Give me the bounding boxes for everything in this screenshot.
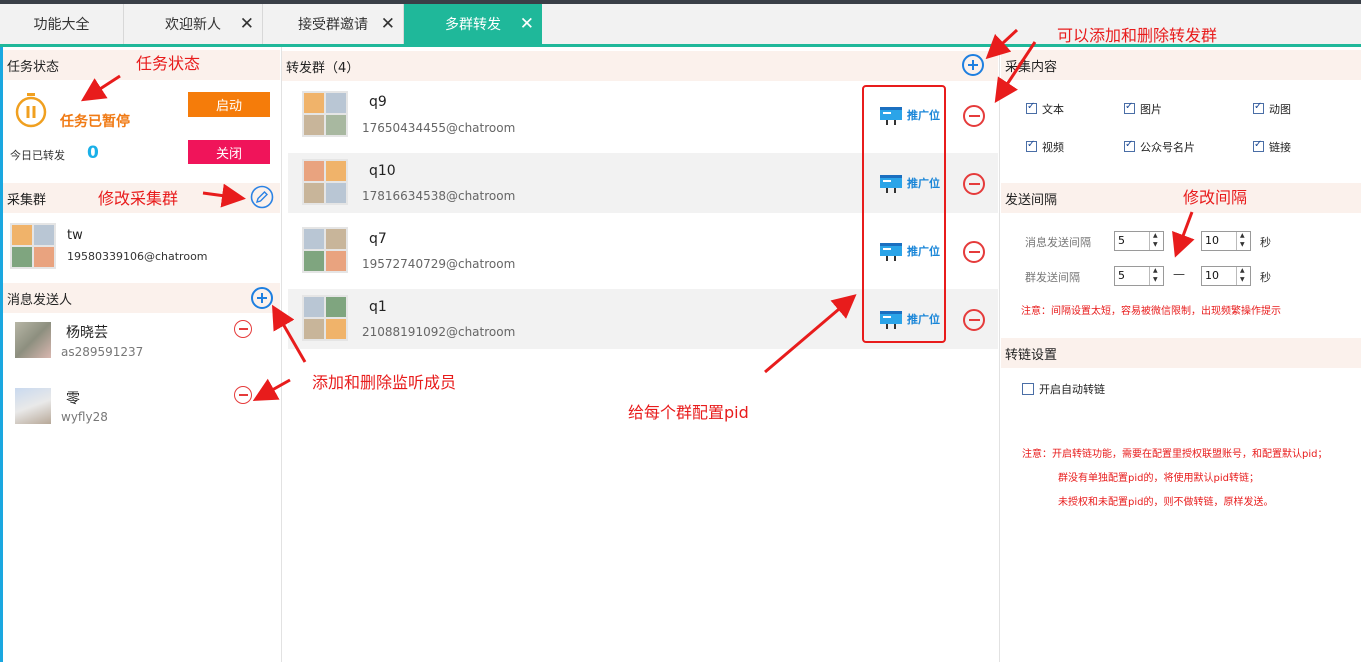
- annotation-arrows: [80, 28, 1195, 401]
